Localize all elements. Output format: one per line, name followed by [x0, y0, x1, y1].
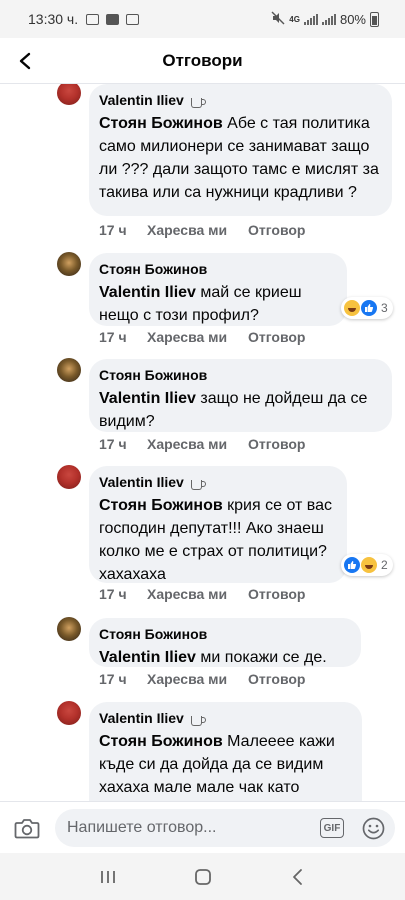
recent-apps-button[interactable] [93, 862, 123, 892]
back-arrow-icon [19, 52, 31, 70]
like-button[interactable]: Харесва ми [147, 586, 248, 602]
like-button[interactable]: Харесва ми [147, 436, 248, 452]
battery-icon [370, 11, 379, 27]
like-icon [344, 557, 360, 573]
back-button[interactable] [10, 46, 40, 76]
reply-button[interactable]: Отговор [248, 671, 305, 687]
avatar[interactable] [57, 617, 81, 641]
like-button[interactable]: Харесва ми [147, 222, 248, 238]
comment-author[interactable]: Valentin Iliev [99, 710, 184, 727]
emoji-button[interactable] [362, 817, 385, 840]
comment-text: Valentin Iliev май се криеш нещо с този … [99, 281, 335, 327]
reply-composer: GIF [0, 801, 405, 853]
comment-bubble[interactable]: Valentin Iliev Стоян Божинов крия се от … [89, 466, 347, 583]
camera-icon [14, 819, 40, 839]
notification-icons [86, 13, 140, 25]
avatar[interactable] [57, 465, 81, 489]
comment-body: ми покажи се де. [200, 649, 327, 666]
reaction-count: 2 [381, 558, 388, 572]
comment-time[interactable]: 17 ч [99, 329, 147, 345]
app-notification-icon [126, 13, 140, 25]
home-button[interactable] [188, 862, 218, 892]
reaction-summary[interactable]: 2 [341, 554, 393, 576]
comment-bubble[interactable]: Valentin Iliev Стоян Божинов Абе с тая п… [89, 84, 392, 216]
reply-input-wrapper[interactable]: GIF [55, 809, 395, 847]
mention-link[interactable]: Valentin Iliev [99, 284, 196, 301]
coffee-cup-icon [190, 97, 206, 108]
mention-link[interactable]: Стоян Божинов [99, 497, 223, 514]
comment-author[interactable]: Стоян Божинов [99, 367, 207, 384]
mute-icon [271, 11, 285, 28]
smiley-icon [362, 817, 385, 840]
comment-bubble[interactable]: Стоян Божинов Valentin Iliev ми покажи с… [89, 618, 361, 667]
comment-actions: 17 ч Харесва ми Отговор [99, 222, 305, 238]
comment-thread[interactable]: Valentin Iliev Стоян Божинов Абе с тая п… [0, 84, 405, 801]
avatar[interactable] [57, 701, 81, 725]
comment-author[interactable]: Valentin Iliev [99, 474, 184, 491]
comment-bubble[interactable]: Valentin Iliev Стоян Божинов Малееее каж… [89, 702, 362, 801]
avatar[interactable] [57, 84, 81, 105]
comment-text: Стоян Божинов Малееее кажи къде си да до… [99, 730, 350, 801]
reply-input[interactable] [67, 819, 307, 837]
haha-icon [344, 300, 360, 316]
comment-actions: 17 ч Харесва ми Отговор [99, 329, 305, 345]
comment-actions: 17 ч Харесва ми Отговор [99, 586, 305, 602]
signal-strength-2-icon [321, 13, 336, 25]
mention-link[interactable]: Valentin Iliev [99, 649, 196, 666]
reaction-count: 3 [381, 301, 388, 315]
system-back-button[interactable] [283, 862, 313, 892]
system-nav-bar [0, 853, 405, 900]
network-type: 4G [289, 14, 300, 24]
comment-author[interactable]: Стоян Божинов [99, 626, 207, 643]
recent-apps-icon [100, 870, 115, 883]
gif-button[interactable]: GIF [320, 818, 344, 838]
camera-button[interactable] [14, 817, 42, 841]
coffee-cup-icon [190, 479, 206, 490]
avatar[interactable] [57, 252, 81, 276]
comment-text: Valentin Iliev ми покажи се де. [99, 646, 349, 669]
system-status: 4G 80% [271, 11, 379, 28]
comment-time[interactable]: 17 ч [99, 671, 147, 687]
reaction-summary[interactable]: 3 [341, 297, 393, 319]
page-title: Отговори [162, 50, 243, 70]
mention-link[interactable]: Стоян Божинов [99, 733, 223, 750]
comment-bubble[interactable]: Стоян Божинов Valentin Iliev защо не дой… [89, 359, 392, 432]
avatar[interactable] [57, 358, 81, 382]
comment-author[interactable]: Valentin Iliev [99, 92, 184, 109]
comment-text: Valentin Iliev защо не дойдеш да се види… [99, 387, 380, 433]
reply-button[interactable]: Отговор [248, 222, 305, 238]
mention-link[interactable]: Valentin Iliev [99, 390, 196, 407]
comment-text: Стоян Божинов Абе с тая политика само ми… [99, 112, 380, 204]
comment-actions: 17 ч Харесва ми Отговор [99, 436, 305, 452]
comment-author[interactable]: Стоян Божинов [99, 261, 207, 278]
reply-button[interactable]: Отговор [248, 586, 305, 602]
comment-time[interactable]: 17 ч [99, 222, 147, 238]
signal-strength-icon [303, 13, 318, 25]
home-icon [194, 868, 211, 885]
coffee-cup-icon [190, 715, 206, 726]
comment-actions: 17 ч Харесва ми Отговор [99, 671, 305, 687]
chevron-left-icon [292, 868, 302, 885]
gallery-notification-icon [86, 13, 100, 25]
status-bar: 13:30 ч. 4G 80% [0, 0, 405, 38]
reply-button[interactable]: Отговор [248, 436, 305, 452]
battery-percent: 80% [339, 11, 366, 27]
replies-header: Отговори [0, 38, 405, 84]
comment-text: Стоян Божинов крия се от вас господин де… [99, 494, 335, 586]
like-button[interactable]: Харесва ми [147, 329, 248, 345]
comment-time[interactable]: 17 ч [99, 436, 147, 452]
like-icon [361, 300, 377, 316]
reply-button[interactable]: Отговор [248, 329, 305, 345]
comment-time[interactable]: 17 ч [99, 586, 147, 602]
status-time: 13:30 ч. [28, 11, 79, 27]
haha-icon [361, 557, 377, 573]
like-button[interactable]: Харесва ми [147, 671, 248, 687]
media-notification-icon [106, 13, 120, 25]
comment-bubble[interactable]: Стоян Божинов Valentin Iliev май се крие… [89, 253, 347, 326]
mention-link[interactable]: Стоян Божинов [99, 115, 223, 132]
